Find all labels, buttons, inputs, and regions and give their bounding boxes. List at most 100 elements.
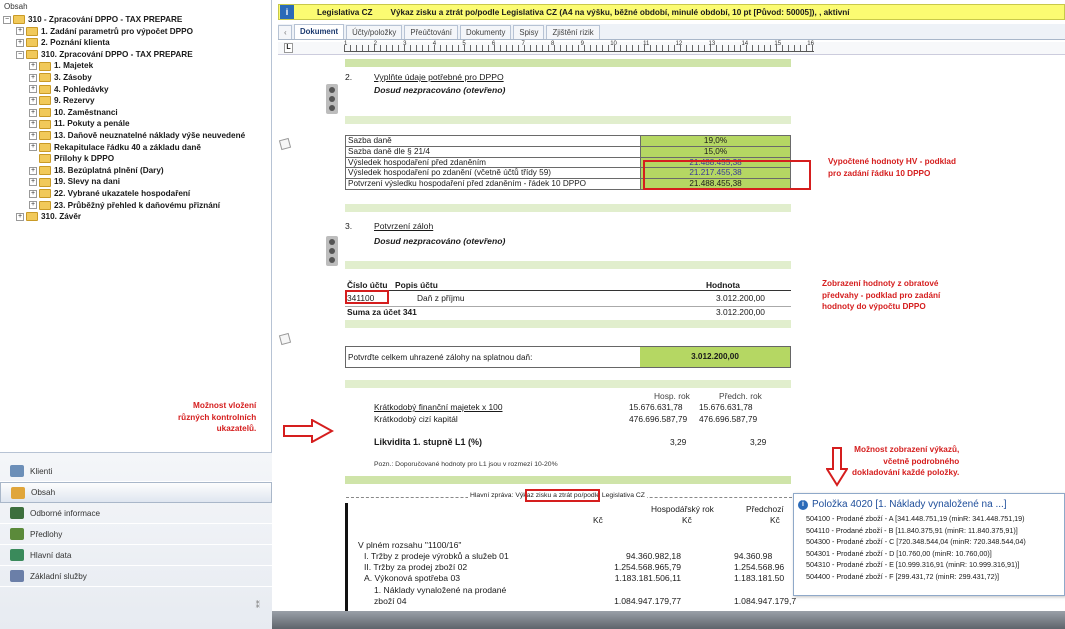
section-link[interactable]: Vyplňte údaje potřebné pro DPPO xyxy=(374,72,504,82)
nav-button[interactable]: Obsah xyxy=(0,482,272,503)
tree-item[interactable]: +22. Vybrané ukazatele hospodaření xyxy=(0,188,272,200)
tree-item[interactable]: +11. Pokuty a penále xyxy=(0,118,272,130)
account-row[interactable]: 341100 Daň z příjmu 3.012.200,00 xyxy=(345,293,791,304)
tree-item[interactable]: + Rekapitulace řádku 40 a základu daně xyxy=(0,142,272,154)
account-number: 341100 xyxy=(347,293,375,303)
expand-icon[interactable]: + xyxy=(29,143,37,152)
expand-icon[interactable]: + xyxy=(16,38,24,47)
tree-item[interactable]: +4. Pohledávky xyxy=(0,84,272,96)
ruler-mark: 7 xyxy=(521,41,525,47)
report-row-label[interactable]: II. Tržby za prodej zboží 02 xyxy=(364,562,467,572)
expand-icon[interactable]: + xyxy=(29,73,37,82)
tax-row-value[interactable]: 21.217.455,38 xyxy=(640,167,791,180)
edit-note-icon[interactable] xyxy=(280,333,292,343)
tree-item[interactable]: +10. Zaměstnanci xyxy=(0,107,272,119)
report-row-label[interactable]: A. Výkonová spotřeba 03 xyxy=(364,573,460,583)
report-row-label[interactable]: 1. Náklady vynaložené na prodané xyxy=(374,585,506,595)
arrow-right-icon xyxy=(283,419,334,443)
section-link[interactable]: Potvrzení záloh xyxy=(374,221,433,231)
tree-item-label: 13. Daňově neuznatelné náklady výše neuv… xyxy=(54,130,246,140)
expand-icon[interactable]: + xyxy=(16,27,24,36)
tree-item[interactable]: +18. Bezúplatná plnění (Dary) xyxy=(0,165,272,177)
tree-item[interactable]: − 310. Zpracování DPPO - TAX PREPARE xyxy=(0,49,272,61)
tab-preuctovani[interactable]: Přeúčtování xyxy=(404,25,458,39)
document-header-bar: i Legislativa CZ Výkaz zisku a ztrát po/… xyxy=(278,4,1065,20)
tree-item[interactable]: +1. Zadání parametrů pro výpočet DPPO xyxy=(0,26,272,38)
configure-buttons-icon[interactable]: ⁑ xyxy=(256,600,261,611)
tab-ucty-polozky[interactable]: Účty/položky xyxy=(346,25,403,39)
report-header-suffix: po/podle Legislativa CZ xyxy=(573,492,645,499)
nav-button[interactable]: Hlavní data xyxy=(0,545,272,566)
report-row-previous[interactable]: 1.254.568.96 xyxy=(734,562,784,572)
report-row-previous[interactable]: 94.360.98 xyxy=(734,551,772,561)
edit-note-icon[interactable] xyxy=(280,138,292,148)
report-row-label[interactable]: zboží 04 xyxy=(374,596,407,606)
tree-item[interactable]: Přílohy k DPPO xyxy=(0,153,272,165)
tree-item[interactable]: +9. Rezervy xyxy=(0,95,272,107)
report-row-previous[interactable]: 1.084.947.179,7 xyxy=(734,596,796,606)
section-strip xyxy=(345,380,791,388)
tree-item[interactable]: +23. Průběžný přehled k daňovému přiznán… xyxy=(0,200,272,212)
account-desc: Daň z příjmu xyxy=(417,293,465,303)
expand-icon[interactable]: + xyxy=(29,189,37,198)
expand-icon[interactable]: + xyxy=(29,201,37,210)
nav-button[interactable]: Odborné informace xyxy=(0,503,272,524)
report-row-current[interactable]: 1.084.947.179,77 xyxy=(581,596,681,606)
expand-icon[interactable]: + xyxy=(29,62,37,71)
tab-dokument[interactable]: Dokument xyxy=(294,24,345,39)
account-table-header: Číslo účtu Popis účtu Hodnota xyxy=(345,280,791,291)
nav-button[interactable]: Základní služby xyxy=(0,566,272,587)
traffic-light-icon[interactable] xyxy=(326,84,338,114)
tab-scroll-left-icon[interactable]: ‹ xyxy=(278,25,292,39)
report-header: Hlavní zpráva: Výkaz zisku a ztrát po/po… xyxy=(468,492,647,499)
expand-icon[interactable]: + xyxy=(16,212,24,221)
tree-item[interactable]: +19. Slevy na dani xyxy=(0,176,272,188)
expand-icon[interactable]: + xyxy=(29,108,37,117)
liquidity-row-label[interactable]: Krátkodobý finanční majetek x 100 xyxy=(374,402,503,412)
col-current-year: Hosp. rok xyxy=(654,391,690,401)
report-name[interactable]: Výkaz zisku a ztrát xyxy=(515,492,572,499)
tab-stop-selector[interactable]: L xyxy=(284,43,293,53)
folder-icon xyxy=(39,166,51,176)
tax-row-value[interactable]: 15,0% xyxy=(640,145,791,158)
report-row-label[interactable]: V plném rozsahu "1100/16" xyxy=(358,540,461,550)
tree-item[interactable]: +13. Daňově neuznatelné náklady výše neu… xyxy=(0,130,272,142)
expand-icon[interactable]: + xyxy=(29,178,37,187)
tab-zjisteni-rizik[interactable]: Zjištění rizik xyxy=(546,25,600,39)
report-row-current[interactable]: 94.360.982,18 xyxy=(581,551,681,561)
tree-item[interactable]: +3. Zásoby xyxy=(0,72,272,84)
collapse-icon[interactable]: − xyxy=(16,50,24,59)
ruler-mark: 13 xyxy=(708,41,716,47)
report-row-current[interactable]: 1.254.568.965,79 xyxy=(581,562,681,572)
tree-item[interactable]: − 310 - Zpracování DPPO - TAX PREPARE xyxy=(0,14,272,26)
info-icon[interactable]: i xyxy=(280,5,294,19)
tab-spisy[interactable]: Spisy xyxy=(513,25,545,39)
liquidity-note: Pozn.: Doporučované hodnoty pro L1 jsou … xyxy=(374,461,558,468)
expand-icon[interactable]: + xyxy=(29,96,37,105)
confirm-advances-value[interactable]: 3.012.200,00 xyxy=(640,347,790,367)
tree-item[interactable]: +2. Poznání klienta xyxy=(0,37,272,49)
expand-icon[interactable]: + xyxy=(29,131,37,140)
item-detail-tooltip: i Položka 4020 [1. Náklady vynaložené na… xyxy=(793,493,1065,596)
report-row-previous[interactable]: 1.183.181.50 xyxy=(734,573,784,583)
tax-row-value[interactable]: 21.488.455,38 xyxy=(640,156,791,169)
services-icon xyxy=(10,570,24,582)
tax-row-value[interactable]: 19,0% xyxy=(640,135,791,147)
section-strip xyxy=(345,261,791,269)
tab-dokumenty[interactable]: Dokumenty xyxy=(459,25,512,39)
expand-icon[interactable]: + xyxy=(29,120,37,129)
tax-row-value[interactable]: 21.488.455,38 xyxy=(640,178,791,190)
tree-item-label: 18. Bezúplatná plnění (Dary) xyxy=(54,165,164,175)
traffic-light-icon[interactable] xyxy=(326,236,338,266)
expand-icon[interactable]: + xyxy=(29,85,37,94)
nav-button[interactable]: Klienti xyxy=(0,461,272,482)
collapse-icon[interactable]: − xyxy=(3,15,11,24)
section-strip xyxy=(345,59,791,67)
expand-icon[interactable]: + xyxy=(29,166,37,175)
report-row-label[interactable]: I. Tržby z prodeje výrobků a služeb 01 xyxy=(364,551,509,561)
account-sum-row: Suma za účet 341 3.012.200,00 xyxy=(345,306,791,317)
report-row-current[interactable]: 1.183.181.506,11 xyxy=(581,573,681,583)
tree-item[interactable]: +310. Závěr xyxy=(0,211,272,223)
tree-item[interactable]: +1. Majetek xyxy=(0,60,272,72)
nav-button[interactable]: Předlohy xyxy=(0,524,272,545)
